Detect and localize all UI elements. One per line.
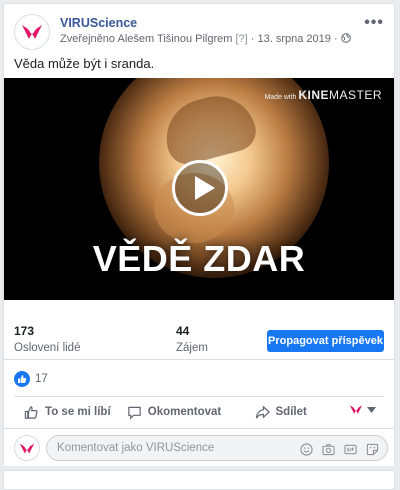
engagement-value: 44	[176, 324, 190, 338]
video-player[interactable]: Made with KINEMASTER VĚDĚ ZDAR	[4, 78, 394, 300]
post-text: Věda může být i sranda.	[14, 56, 155, 71]
reaction-count: 17	[35, 373, 48, 385]
watermark-brand-bold: KINE	[298, 88, 329, 102]
act-as-page-selector[interactable]	[349, 404, 376, 415]
post-actions: To se mi líbí Okomentovat Sdílet	[14, 398, 384, 426]
meta-separator: ·	[250, 33, 255, 45]
post-card: VIRUScience Zveřejněno Alešem Tišinou Pi…	[3, 3, 395, 466]
post-author-text[interactable]: Zveřejněno Alešem Tišinou Pilgrem	[60, 33, 232, 45]
comment-composer	[4, 428, 394, 466]
chevron-down-icon	[367, 406, 376, 413]
post-insights: 173 Oslovení lidé 44 Zájem Propagovat př…	[4, 300, 394, 360]
virus-logo-icon	[19, 442, 35, 454]
watermark-brand: MASTER	[328, 88, 382, 102]
post-date[interactable]: 13. srpna 2019	[258, 33, 331, 45]
thumbs-up-icon	[24, 405, 38, 419]
sticker-icon[interactable]	[364, 441, 380, 457]
virus-logo-icon	[349, 405, 363, 414]
comment-label: Okomentovat	[147, 406, 222, 418]
reach-stat[interactable]: 173 Oslovení lidé	[14, 324, 80, 354]
share-button[interactable]: Sdílet	[227, 398, 334, 426]
divider	[14, 396, 384, 397]
more-options-icon[interactable]: •••	[364, 14, 384, 32]
engagement-stat[interactable]: 44 Zájem	[176, 324, 208, 354]
reach-value: 173	[14, 324, 35, 338]
gif-icon[interactable]	[342, 441, 358, 457]
post-meta: Zveřejněno Alešem Tišinou Pilgrem [?] · …	[60, 33, 351, 45]
video-title-overlay: VĚDĚ ZDAR	[92, 238, 306, 279]
comment-tools	[292, 441, 380, 457]
promote-post-button[interactable]: Propagovat příspěvek	[267, 330, 384, 352]
commenter-avatar	[14, 435, 40, 461]
next-post-card	[3, 470, 395, 490]
share-icon	[255, 404, 270, 419]
play-icon[interactable]	[172, 160, 228, 216]
help-link[interactable]: [?]	[235, 33, 247, 45]
kinemaster-watermark: Made with KINEMASTER	[264, 88, 382, 102]
camera-icon[interactable]	[320, 441, 336, 457]
like-reaction-icon	[14, 371, 30, 387]
comment-icon	[128, 406, 141, 420]
globe-icon	[340, 33, 351, 43]
like-label: To se mi líbí	[45, 406, 111, 418]
meta-separator: ·	[333, 33, 338, 45]
virus-logo-icon	[22, 25, 42, 39]
reactions-summary[interactable]: 17	[14, 370, 48, 388]
watermark-prefix: Made with	[264, 94, 297, 101]
comment-button[interactable]: Okomentovat	[121, 398, 228, 426]
emoji-icon[interactable]	[298, 441, 314, 457]
like-button[interactable]: To se mi líbí	[14, 398, 121, 426]
reach-label: Oslovení lidé	[14, 342, 81, 354]
page-name-link[interactable]: VIRUScience	[60, 16, 137, 30]
share-label: Sdílet	[275, 406, 307, 418]
page-avatar[interactable]	[14, 14, 50, 50]
post-header: VIRUScience Zveřejněno Alešem Tišinou Pi…	[14, 14, 384, 50]
engagement-label: Zájem	[176, 342, 208, 354]
